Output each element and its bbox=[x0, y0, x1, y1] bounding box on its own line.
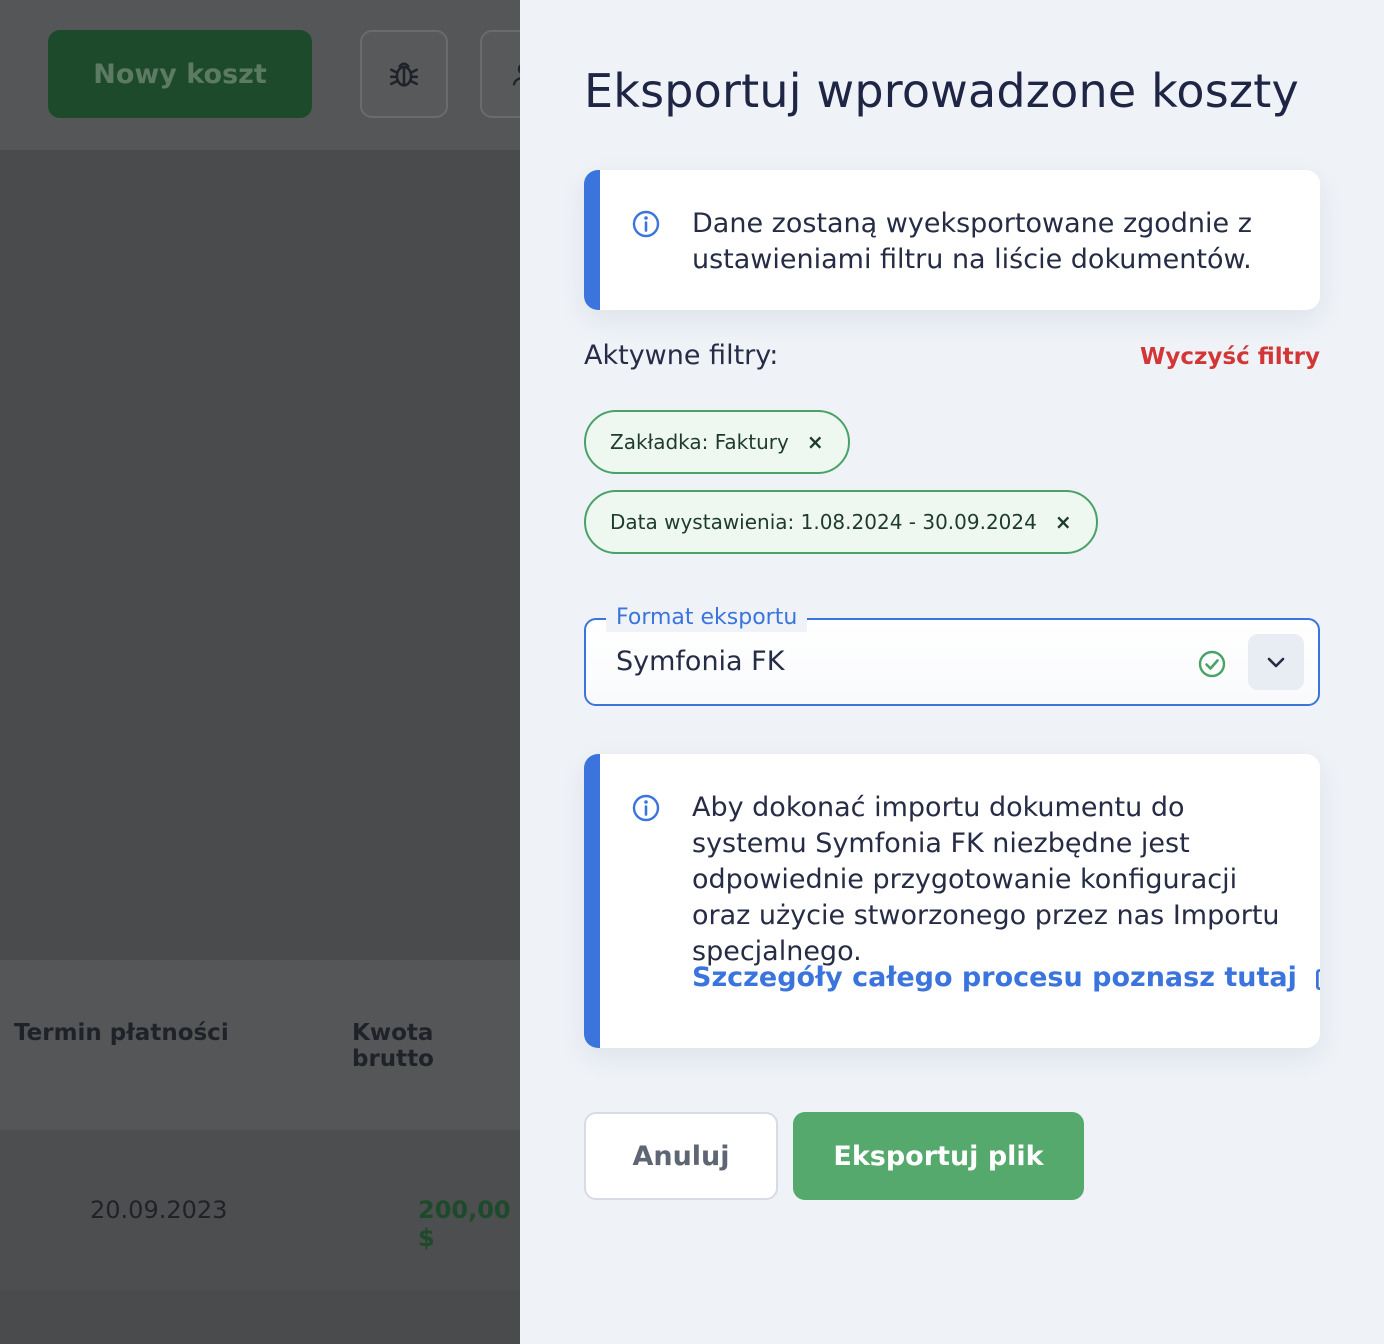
bug-icon bbox=[360, 30, 448, 118]
filter-chip-label: Data wystawienia: 1.08.2024 - 30.09.2024 bbox=[610, 510, 1037, 534]
process-details-link[interactable]: Szczegóły całego procesu poznasz tutaj bbox=[692, 962, 1320, 993]
column-header-due-date: Termin płatności bbox=[14, 1020, 229, 1046]
info-text-filters: Dane zostaną wyeksportowane zgodnie z us… bbox=[692, 208, 1252, 275]
cell-due-date: 20.09.2023 bbox=[90, 1196, 228, 1224]
background-content bbox=[0, 150, 520, 960]
info-icon bbox=[632, 794, 660, 822]
active-filters-label: Aktywne filtry: bbox=[584, 340, 779, 371]
drawer-title: Eksportuj wprowadzone koszty bbox=[584, 64, 1299, 118]
export-format-select[interactable]: Format eksportu Symfonia FK bbox=[584, 604, 1320, 706]
info-text-import: Aby dokonać importu dokumentu do systemu… bbox=[692, 792, 1280, 967]
cell-gross-amount: 200,00 $ bbox=[418, 1196, 511, 1252]
export-format-value: Symfonia FK bbox=[616, 646, 785, 677]
check-circle-icon bbox=[1198, 650, 1226, 678]
export-file-button[interactable]: Eksportuj plik bbox=[793, 1112, 1084, 1200]
info-stripe bbox=[584, 170, 600, 310]
filter-chip-tab[interactable]: Zakładka: Faktury × bbox=[584, 410, 850, 474]
info-stripe bbox=[584, 754, 600, 1048]
dropdown-toggle[interactable] bbox=[1248, 634, 1304, 690]
background-app: Nowy koszt Termin płatności Kwota brutto… bbox=[0, 0, 520, 1344]
new-cost-button: Nowy koszt bbox=[48, 30, 312, 118]
info-card-filters: Dane zostaną wyeksportowane zgodnie z us… bbox=[584, 170, 1320, 310]
user-icon bbox=[480, 30, 520, 118]
column-header-gross-amount: Kwota brutto bbox=[352, 1020, 434, 1072]
chevron-down-icon bbox=[1267, 657, 1285, 668]
export-format-label: Format eksportu bbox=[606, 604, 808, 632]
background-toolbar: Nowy koszt bbox=[0, 0, 520, 150]
filter-chip-issue-date[interactable]: Data wystawienia: 1.08.2024 - 30.09.2024… bbox=[584, 490, 1098, 554]
process-details-link-label: Szczegóły całego procesu poznasz tutaj bbox=[692, 962, 1297, 993]
export-drawer: Eksportuj wprowadzone koszty Dane zostan… bbox=[520, 0, 1384, 1344]
close-icon[interactable]: × bbox=[1055, 512, 1072, 532]
filter-chip-label: Zakładka: Faktury bbox=[610, 430, 789, 454]
info-card-import: Aby dokonać importu dokumentu do systemu… bbox=[584, 754, 1320, 1048]
cancel-button[interactable]: Anuluj bbox=[584, 1112, 778, 1200]
info-icon bbox=[632, 210, 660, 238]
external-link-icon bbox=[1315, 968, 1320, 990]
close-icon[interactable]: × bbox=[807, 432, 824, 452]
clear-filters-link[interactable]: Wyczyść filtry bbox=[1140, 344, 1320, 370]
